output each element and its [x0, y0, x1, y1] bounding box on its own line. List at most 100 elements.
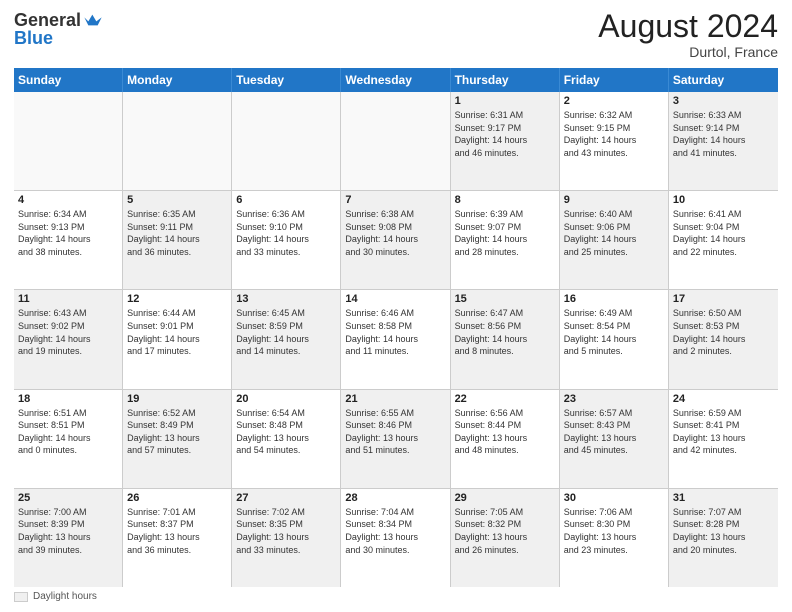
day-details: Sunrise: 6:59 AM Sunset: 8:41 PM Dayligh… — [673, 407, 774, 457]
day-number: 16 — [564, 293, 664, 305]
weekday-header-saturday: Saturday — [669, 68, 778, 92]
calendar-day-3: 3Sunrise: 6:33 AM Sunset: 9:14 PM Daylig… — [669, 92, 778, 190]
calendar-body: 1Sunrise: 6:31 AM Sunset: 9:17 PM Daylig… — [14, 92, 778, 587]
calendar-day-10: 10Sunrise: 6:41 AM Sunset: 9:04 PM Dayli… — [669, 191, 778, 289]
day-number: 30 — [564, 492, 664, 504]
day-number: 27 — [236, 492, 336, 504]
day-number: 17 — [673, 293, 774, 305]
calendar-row-5: 25Sunrise: 7:00 AM Sunset: 8:39 PM Dayli… — [14, 489, 778, 587]
logo-text: General — [14, 10, 103, 30]
day-details: Sunrise: 6:50 AM Sunset: 8:53 PM Dayligh… — [673, 307, 774, 357]
day-number: 12 — [127, 293, 227, 305]
calendar-day-22: 22 Sunrise: 6:56 AM Sunset: 8:44 PM Dayli… — [451, 390, 560, 488]
calendar-day-20: 20 Sunrise: 6:54 AM Sunset: 8:48 PM Dayli… — [232, 390, 341, 488]
calendar-row-4: 18 Sunrise: 6:51 AM Sunset: 8:51 PM Dayli… — [14, 390, 778, 489]
day-details: Sunrise: 6:36 AM Sunset: 9:10 PM Dayligh… — [236, 208, 336, 258]
day-details: Sunrise: 7:06 AM Sunset: 8:30 PM Dayligh… — [564, 506, 664, 556]
day-number: 26 — [127, 492, 227, 504]
day-details: Sunrise: 6:49 AM Sunset: 8:54 PM Dayligh… — [564, 307, 664, 357]
day-details: Sunrise: 6:45 AM Sunset: 8:59 PM Dayligh… — [236, 307, 336, 357]
day-number: 9 — [564, 194, 664, 206]
calendar-day-21: 21 Sunrise: 6:55 AM Sunset: 8:46 PM Dayli… — [341, 390, 450, 488]
calendar-row-1: 1Sunrise: 6:31 AM Sunset: 9:17 PM Daylig… — [14, 92, 778, 191]
month-title: August 2024 — [598, 10, 778, 42]
logo-icon — [83, 10, 103, 30]
calendar-day-7: 7 Sunrise: 6:38 AM Sunset: 9:08 PM Daylig… — [341, 191, 450, 289]
day-number: 8 — [455, 194, 555, 206]
day-details: Sunrise: 6:32 AM Sunset: 9:15 PM Dayligh… — [564, 109, 664, 159]
day-details: Sunrise: 6:51 AM Sunset: 8:51 PM Dayligh… — [18, 407, 118, 457]
calendar-day-15: 15Sunrise: 6:47 AM Sunset: 8:56 PM Dayli… — [451, 290, 560, 388]
day-details: Sunrise: 7:02 AM Sunset: 8:35 PM Dayligh… — [236, 506, 336, 556]
daylight-indicator — [14, 592, 28, 602]
weekday-header-monday: Monday — [123, 68, 232, 92]
calendar-day-17: 17 Sunrise: 6:50 AM Sunset: 8:53 PM Dayli… — [669, 290, 778, 388]
calendar-day-11: 11 Sunrise: 6:43 AM Sunset: 9:02 PM Dayli… — [14, 290, 123, 388]
day-details: Sunrise: 6:35 AM Sunset: 9:11 PM Dayligh… — [127, 208, 227, 258]
weekday-header-wednesday: Wednesday — [341, 68, 450, 92]
day-details: Sunrise: 6:56 AM Sunset: 8:44 PM Dayligh… — [455, 407, 555, 457]
calendar-day-9: 9 Sunrise: 6:40 AM Sunset: 9:06 PM Daylig… — [560, 191, 669, 289]
day-number: 5 — [127, 194, 227, 206]
day-details: Sunrise: 7:00 AM Sunset: 8:39 PM Dayligh… — [18, 506, 118, 556]
calendar-day-4: 4Sunrise: 6:34 AM Sunset: 9:13 PM Daylig… — [14, 191, 123, 289]
calendar-empty-cell — [341, 92, 450, 190]
calendar-day-12: 12Sunrise: 6:44 AM Sunset: 9:01 PM Dayli… — [123, 290, 232, 388]
calendar-empty-cell — [14, 92, 123, 190]
month-title-block: August 2024 Durtol, France — [598, 10, 778, 60]
day-details: Sunrise: 6:54 AM Sunset: 8:48 PM Dayligh… — [236, 407, 336, 457]
day-number: 10 — [673, 194, 774, 206]
calendar-day-5: 5 Sunrise: 6:35 AM Sunset: 9:11 PM Daylig… — [123, 191, 232, 289]
day-details: Sunrise: 6:55 AM Sunset: 8:46 PM Dayligh… — [345, 407, 445, 457]
daylight-label: Daylight hours — [33, 591, 97, 602]
weekday-header-thursday: Thursday — [451, 68, 560, 92]
calendar-empty-cell — [123, 92, 232, 190]
day-number: 20 — [236, 393, 336, 405]
calendar-day-23: 23Sunrise: 6:57 AM Sunset: 8:43 PM Dayli… — [560, 390, 669, 488]
day-details: Sunrise: 7:04 AM Sunset: 8:34 PM Dayligh… — [345, 506, 445, 556]
day-details: Sunrise: 6:34 AM Sunset: 9:13 PM Dayligh… — [18, 208, 118, 258]
day-number: 21 — [345, 393, 445, 405]
page-header: General Blue August 2024 Durtol, France — [14, 10, 778, 60]
day-details: Sunrise: 6:33 AM Sunset: 9:14 PM Dayligh… — [673, 109, 774, 159]
calendar: SundayMondayTuesdayWednesdayThursdayFrid… — [14, 68, 778, 587]
calendar-day-26: 26 Sunrise: 7:01 AM Sunset: 8:37 PM Dayli… — [123, 489, 232, 587]
calendar-day-29: 29Sunrise: 7:05 AM Sunset: 8:32 PM Dayli… — [451, 489, 560, 587]
footer: Daylight hours — [14, 591, 778, 602]
calendar-day-2: 2 Sunrise: 6:32 AM Sunset: 9:15 PM Daylig… — [560, 92, 669, 190]
day-details: Sunrise: 7:07 AM Sunset: 8:28 PM Dayligh… — [673, 506, 774, 556]
day-number: 28 — [345, 492, 445, 504]
weekday-header-tuesday: Tuesday — [232, 68, 341, 92]
weekday-header-friday: Friday — [560, 68, 669, 92]
day-number: 19 — [127, 393, 227, 405]
calendar-day-14: 14 Sunrise: 6:46 AM Sunset: 8:58 PM Dayli… — [341, 290, 450, 388]
day-details: Sunrise: 7:01 AM Sunset: 8:37 PM Dayligh… — [127, 506, 227, 556]
calendar-day-1: 1Sunrise: 6:31 AM Sunset: 9:17 PM Daylig… — [451, 92, 560, 190]
day-number: 2 — [564, 95, 664, 107]
day-number: 29 — [455, 492, 555, 504]
day-number: 11 — [18, 293, 118, 305]
calendar-day-8: 8 Sunrise: 6:39 AM Sunset: 9:07 PM Daylig… — [451, 191, 560, 289]
day-number: 18 — [18, 393, 118, 405]
calendar-day-24: 24 Sunrise: 6:59 AM Sunset: 8:41 PM Dayli… — [669, 390, 778, 488]
day-details: Sunrise: 6:38 AM Sunset: 9:08 PM Dayligh… — [345, 208, 445, 258]
calendar-day-25: 25Sunrise: 7:00 AM Sunset: 8:39 PM Dayli… — [14, 489, 123, 587]
calendar-day-16: 16 Sunrise: 6:49 AM Sunset: 8:54 PM Dayli… — [560, 290, 669, 388]
day-details: Sunrise: 6:46 AM Sunset: 8:58 PM Dayligh… — [345, 307, 445, 357]
day-details: Sunrise: 6:40 AM Sunset: 9:06 PM Dayligh… — [564, 208, 664, 258]
location: Durtol, France — [598, 44, 778, 60]
calendar-day-6: 6Sunrise: 6:36 AM Sunset: 9:10 PM Daylig… — [232, 191, 341, 289]
day-number: 15 — [455, 293, 555, 305]
calendar-row-2: 4Sunrise: 6:34 AM Sunset: 9:13 PM Daylig… — [14, 191, 778, 290]
logo-blue-text: Blue — [14, 28, 53, 49]
day-details: Sunrise: 6:39 AM Sunset: 9:07 PM Dayligh… — [455, 208, 555, 258]
calendar-day-19: 19Sunrise: 6:52 AM Sunset: 8:49 PM Dayli… — [123, 390, 232, 488]
day-number: 22 — [455, 393, 555, 405]
day-details: Sunrise: 6:43 AM Sunset: 9:02 PM Dayligh… — [18, 307, 118, 357]
page-container: General Blue August 2024 Durtol, France … — [0, 0, 792, 612]
day-number: 7 — [345, 194, 445, 206]
day-number: 31 — [673, 492, 774, 504]
day-number: 14 — [345, 293, 445, 305]
calendar-row-3: 11 Sunrise: 6:43 AM Sunset: 9:02 PM Dayli… — [14, 290, 778, 389]
day-number: 24 — [673, 393, 774, 405]
